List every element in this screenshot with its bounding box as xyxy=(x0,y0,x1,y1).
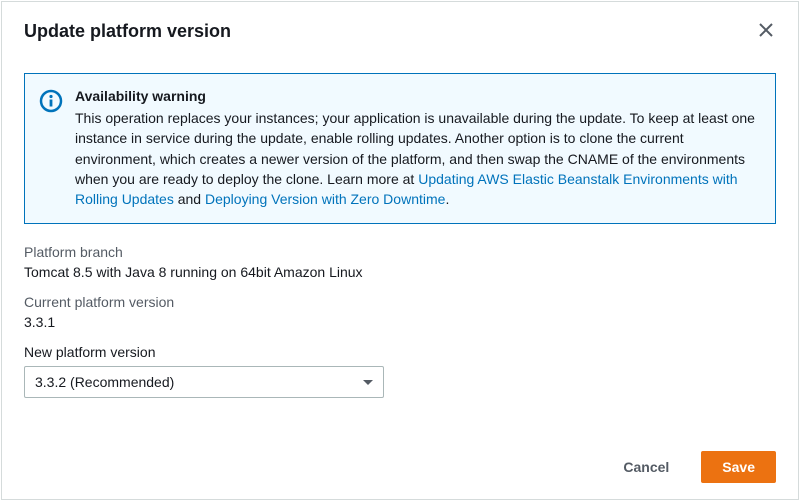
platform-branch-field: Platform branch Tomcat 8.5 with Java 8 r… xyxy=(24,244,776,280)
save-button[interactable]: Save xyxy=(701,451,776,483)
current-version-label: Current platform version xyxy=(24,294,776,310)
availability-warning-alert: Availability warning This operation repl… xyxy=(24,73,776,224)
alert-text: This operation replaces your instances; … xyxy=(75,108,759,209)
current-version-field: Current platform version 3.3.1 xyxy=(24,294,776,330)
new-version-select-value: 3.3.2 (Recommended) xyxy=(35,374,174,390)
update-platform-modal: Update platform version Availability war… xyxy=(1,1,799,500)
current-version-value: 3.3.1 xyxy=(24,314,776,330)
modal-footer: Cancel Save xyxy=(2,437,798,499)
close-button[interactable] xyxy=(754,18,778,45)
close-icon xyxy=(758,22,774,41)
new-version-select-wrapper: 3.3.2 (Recommended) xyxy=(24,366,384,398)
alert-text-between: and xyxy=(174,191,205,207)
new-version-label: New platform version xyxy=(24,344,776,360)
alert-content: Availability warning This operation repl… xyxy=(75,88,759,209)
modal-header: Update platform version xyxy=(2,2,798,59)
new-version-field: New platform version 3.3.2 (Recommended) xyxy=(24,344,776,398)
cancel-button[interactable]: Cancel xyxy=(603,451,689,483)
info-icon xyxy=(39,89,63,209)
alert-text-after: . xyxy=(445,191,449,207)
platform-branch-value: Tomcat 8.5 with Java 8 running on 64bit … xyxy=(24,264,776,280)
modal-body: Availability warning This operation repl… xyxy=(2,59,798,437)
zero-downtime-link[interactable]: Deploying Version with Zero Downtime xyxy=(205,191,445,207)
modal-title: Update platform version xyxy=(24,21,231,42)
platform-branch-label: Platform branch xyxy=(24,244,776,260)
new-version-select[interactable]: 3.3.2 (Recommended) xyxy=(24,366,384,398)
alert-title: Availability warning xyxy=(75,88,759,104)
